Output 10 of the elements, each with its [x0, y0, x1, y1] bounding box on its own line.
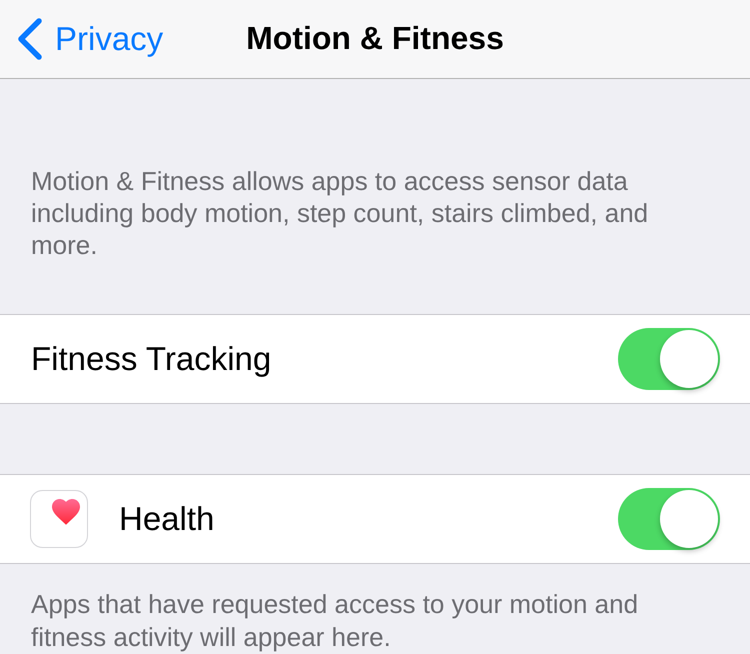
- chevron-left-icon: [17, 18, 43, 60]
- section-description: Motion & Fitness allows apps to access sensor data including body motion, step count, stairs climbed, and more.: [30, 165, 650, 262]
- screen-title: Motion & Fitness: [246, 22, 504, 56]
- setting-label: Fitness Tracking: [31, 342, 272, 376]
- toggle-switch[interactable]: [618, 488, 720, 550]
- toggle-switch[interactable]: [618, 328, 720, 390]
- app-name: Health: [119, 502, 214, 536]
- heart-app-icon: [30, 490, 88, 548]
- section-footer: Apps that have requested access to your motion and fitness activity will appear here.: [0, 564, 750, 654]
- back-button[interactable]: Privacy: [0, 18, 164, 60]
